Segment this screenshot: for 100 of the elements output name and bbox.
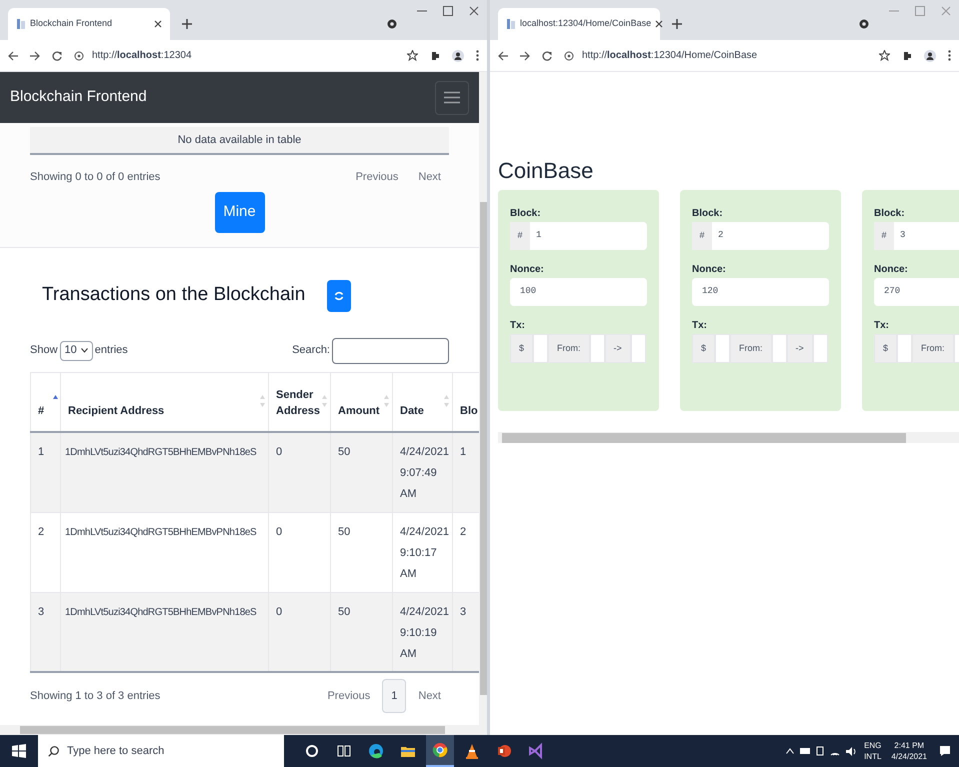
- input-field[interactable]: [812, 334, 828, 363]
- table-cell-text: 1DmhLVt5uzi34QhdRGT5BHhEMBvPNh18eS: [65, 446, 258, 460]
- reload-icon[interactable]: [52, 50, 62, 60]
- star-icon[interactable]: [407, 50, 418, 61]
- table-cell-text: 4/24/2021 9:10:17 AM: [400, 524, 446, 582]
- previous-link[interactable]: Previous: [348, 165, 406, 190]
- refresh-button[interactable]: [327, 280, 352, 312]
- input-field[interactable]: [630, 334, 646, 363]
- browser-tab[interactable]: Blockchain Frontend: [8, 8, 170, 40]
- block-field[interactable]: # 3: [874, 222, 959, 250]
- next-link[interactable]: Next: [410, 165, 449, 190]
- search-field[interactable]: Type here to search: [38, 735, 284, 767]
- browser-icon: [367, 742, 385, 760]
- reload-icon[interactable]: [542, 50, 552, 60]
- block-field[interactable]: # 2: [692, 222, 829, 250]
- input-addon: $: [692, 334, 716, 363]
- field-label: Nonce:: [874, 263, 909, 277]
- input-field[interactable]: [533, 334, 548, 363]
- chevron-up-icon[interactable]: [786, 748, 794, 754]
- search-icon: [48, 746, 59, 756]
- table-cell-text: 1DmhLVt5uzi34QhdRGT5BHhEMBvPNh18eS: [65, 606, 258, 620]
- input-addon: ->: [786, 334, 813, 363]
- close-icon[interactable]: [655, 20, 664, 28]
- language-indicator[interactable]: ENG INTL: [864, 740, 882, 762]
- column-header[interactable]: Recipient Address: [68, 402, 164, 418]
- more-icon[interactable]: [948, 50, 951, 61]
- show-label: Show: [30, 343, 58, 358]
- column-header[interactable]: Blo: [460, 402, 478, 418]
- page-icon: [16, 18, 26, 30]
- clock[interactable]: 2:41 PM 4/24/2021: [891, 740, 927, 762]
- column-header[interactable]: #: [38, 402, 44, 418]
- next-link[interactable]: Next: [410, 684, 449, 708]
- menu-icon: [444, 91, 460, 104]
- infinity-icon: [527, 742, 545, 760]
- column-header[interactable]: Date: [400, 402, 424, 418]
- input-field[interactable]: [715, 334, 730, 363]
- back-icon[interactable]: [8, 50, 18, 60]
- record-icon[interactable]: [387, 19, 397, 29]
- close-icon[interactable]: [154, 20, 162, 28]
- horizontal-scrollbar[interactable]: [0, 725, 487, 735]
- field-label: Block:: [692, 207, 724, 221]
- input-field[interactable]: [590, 334, 605, 363]
- input-addon: From:: [730, 334, 772, 363]
- horizontal-scrollbar[interactable]: [498, 432, 959, 443]
- maximize-icon[interactable]: [443, 6, 453, 16]
- star-icon[interactable]: [879, 50, 890, 61]
- speaker-icon[interactable]: [846, 746, 856, 756]
- record-icon[interactable]: [859, 19, 869, 29]
- nonce-field[interactable]: 120: [692, 278, 829, 306]
- entries-label: entries: [94, 343, 128, 358]
- table-cell-text: 3: [460, 604, 468, 620]
- table-cell-text: 50: [338, 444, 352, 460]
- nonce-field[interactable]: 270: [874, 278, 959, 306]
- table-cell-text: 2: [38, 524, 46, 540]
- search-field[interactable]: [332, 338, 449, 364]
- column-header[interactable]: Amount: [338, 402, 380, 418]
- circle-icon: [303, 742, 321, 760]
- address-bar[interactable]: http://localhost:12304: [74, 44, 395, 68]
- device-icon[interactable]: [816, 746, 824, 756]
- close-icon[interactable]: [469, 6, 479, 16]
- plus-icon[interactable]: [672, 19, 682, 29]
- column-header[interactable]: Sender Address: [276, 386, 322, 418]
- input-addon: $: [510, 334, 534, 363]
- address-bar[interactable]: http://localhost:12304/Home/CoinBase: [564, 44, 867, 68]
- avatar-icon[interactable]: [924, 50, 936, 62]
- section-heading: Transactions on the Blockchain: [42, 283, 306, 308]
- mine-button[interactable]: Mine: [214, 192, 264, 232]
- field-label: Tx:: [510, 319, 526, 333]
- input-addon: $: [874, 334, 898, 363]
- table-cell-text: 4/24/2021 9:10:19 AM: [400, 604, 446, 662]
- input-field[interactable]: [772, 334, 787, 363]
- input-addon: From:: [548, 334, 590, 363]
- page-length-select[interactable]: 10: [60, 340, 93, 360]
- table-cell-text: 0: [276, 524, 284, 540]
- field-label: Nonce:: [692, 263, 727, 277]
- forward-icon[interactable]: [520, 50, 530, 60]
- field-label: Tx:: [874, 319, 890, 333]
- chrome-icon: [431, 741, 449, 759]
- plus-icon[interactable]: [182, 19, 192, 29]
- nonce-field[interactable]: 100: [510, 278, 647, 306]
- avatar-icon[interactable]: [452, 50, 464, 62]
- field-label: Tx:: [692, 319, 708, 333]
- vertical-scrollbar[interactable]: [479, 72, 487, 725]
- previous-link[interactable]: Previous: [319, 684, 378, 708]
- more-icon[interactable]: [476, 50, 479, 61]
- table-cell-text: 3: [38, 604, 46, 620]
- forward-icon[interactable]: [30, 50, 40, 60]
- windows-start-icon[interactable]: [12, 744, 26, 758]
- page-button[interactable]: 1: [382, 678, 406, 713]
- block-field[interactable]: # 1: [510, 222, 647, 250]
- browser-tab[interactable]: localhost:12304/Home/CoinBase: [498, 8, 660, 40]
- table-cell-text: 0: [276, 604, 284, 620]
- table-cell-text: 0: [276, 444, 284, 460]
- menu-button[interactable]: [435, 80, 469, 114]
- input-field[interactable]: [897, 334, 912, 363]
- back-icon[interactable]: [498, 50, 508, 60]
- table-cell-text: 50: [338, 604, 352, 620]
- field-label: Nonce:: [510, 263, 545, 277]
- table-cell-text: 1: [460, 444, 468, 460]
- notification-icon[interactable]: [939, 745, 951, 757]
